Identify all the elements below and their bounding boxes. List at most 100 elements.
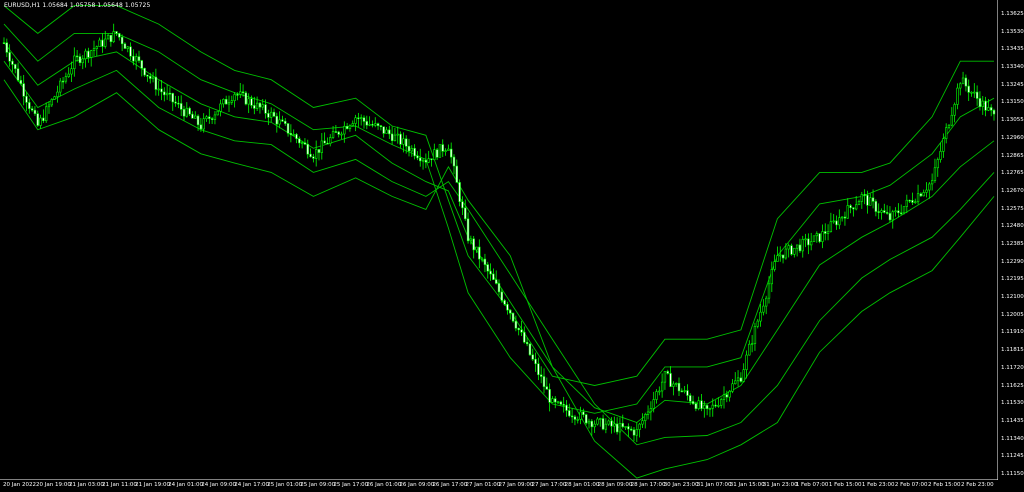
time-label: 21 Jan 19:00 [135,482,170,488]
price-label: 1.13245 [1001,81,1024,88]
candle-body-bear [180,103,183,110]
candle-body-bull [857,201,861,206]
candle-body-bear [399,133,402,145]
candle-body-bull [770,269,773,285]
candle-body-bear [871,197,875,202]
candle-body-bear [689,395,692,402]
time-scale[interactable]: 20 Jan 2022 20 Jan 19:00 21 Jan 03:00 21 Ja… [0,480,998,492]
candle-body-bear [849,205,852,209]
candle-body-bull [832,220,835,223]
candle-body-bear [30,108,34,111]
candle-body-bear [497,283,501,293]
time-label: 25 Jan 09:00 [300,482,336,488]
candle-body-bull [981,100,984,107]
candle-body-bear [863,194,866,196]
candle-body-bull [194,115,197,119]
price-scale[interactable]: 1.13625 1.13530 1.13435 1.13340 1.13245 1.131… [998,0,1024,480]
candle-body-bear [615,423,619,433]
candle-body-bull [891,211,894,221]
candle-body-bear [140,60,143,69]
candle-body-bull [106,34,110,40]
candle-body-bear [405,138,408,147]
candle-body-bear [303,142,307,145]
candle-body-bull [652,399,655,409]
candle-body-bear [843,216,847,219]
candle-body-bear [42,117,45,122]
candle-body-bull [945,127,948,139]
candle-body-bull [551,398,554,403]
price-label: 1.12765 [1001,170,1024,177]
time-label: 20 Jan 2022 [3,482,36,488]
candle-body-bear [686,390,689,396]
candle-body-bear [705,405,709,409]
candle-body-bear [798,244,802,252]
candle-body-bear [610,420,613,427]
candle-body-bear [725,394,728,398]
candle-body-bear [570,415,574,418]
price-label: 1.13530 [1001,28,1024,35]
candle-body-bull [39,117,42,126]
candle [244,90,248,106]
candle-body-bull [756,320,759,327]
candle-body-bull [374,123,377,126]
candle-body-bear [455,165,458,183]
candle-body-bear [345,125,349,130]
candle-body-bear [295,134,298,139]
candle-body-bear [177,102,180,105]
candle-body-bear [160,88,163,93]
candle-body-bull [587,420,591,424]
candle-body-bear [694,403,698,409]
candle-body-bear [8,52,11,62]
candle-body-bull [393,134,397,141]
candle-body-bear [14,64,17,69]
candle-body-bull [56,91,59,97]
time-label: 28 Jan 01:00 [564,482,600,488]
price-label: 1.11530 [1001,400,1024,407]
candle-body-bear [483,258,487,265]
candle-body-bear [866,194,869,206]
candle-body-bull [759,311,762,322]
candle-body-bear [562,404,565,406]
candle-body-bear [835,220,838,226]
candle-body-bull [776,255,779,262]
candle-body-bear [548,389,551,403]
candle-body-bear [514,320,518,329]
candle-body-bull [607,420,610,425]
candle-body-bull [722,394,726,400]
candle-body-bull [421,159,425,162]
price-label: 1.11150 [1001,471,1024,477]
time-label: 31 Jan 23:00 [762,482,798,488]
candle-body-bear [390,133,394,141]
candle-body-bull [773,261,776,270]
candle-body-bear [992,110,996,115]
candle-body-bear [264,104,267,114]
candle-body-bear [531,354,534,360]
candle-body-bear [22,83,25,97]
candle-body-bear [2,42,6,44]
time-label: 31 Jan 07:00 [696,482,732,488]
candle-body-bear [908,199,911,202]
candle-body-bear [416,155,419,159]
candle-body-bull [930,180,934,185]
candle-body-bull [644,414,647,421]
candle-body-bull [675,382,678,385]
candle-body-bear [376,123,380,126]
candle-body-bull [947,124,951,129]
candle-body-bear [582,411,585,415]
candle-body-bull [731,383,734,392]
candle-body-bull [826,231,830,234]
candle-body-bear [196,115,200,126]
candle-body-bear [450,148,453,158]
candle-body-bear [500,291,503,301]
candle-body-bull [905,199,908,207]
candle-body-bull [213,114,217,120]
candle-body-bull [829,221,833,233]
candle-body-bear [568,410,571,417]
chart-window[interactable]: EURUSD,H1 1.05684 1.05758 1.05648 1.0572… [0,0,1024,492]
candle-body-bull [987,107,990,111]
candle-body-bull [315,149,318,159]
candle-body-bull [624,426,627,428]
price-chart[interactable] [0,0,998,480]
candle-body-bull [860,194,863,202]
candle-body-bull [736,377,740,382]
